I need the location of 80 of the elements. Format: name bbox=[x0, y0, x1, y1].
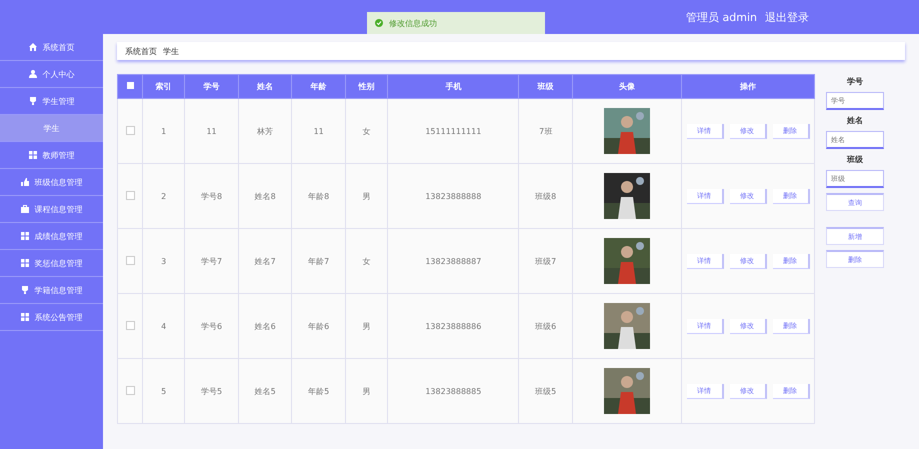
grid-icon bbox=[20, 259, 28, 267]
field-label: 姓名 bbox=[847, 115, 863, 126]
column-header: 性别 bbox=[345, 74, 388, 98]
trophy-icon bbox=[20, 286, 28, 294]
grid-icon bbox=[20, 232, 28, 240]
field-label: 班级 bbox=[847, 154, 863, 165]
table-cell: 女 bbox=[345, 228, 388, 294]
row-checkbox[interactable] bbox=[126, 386, 134, 394]
sidebar-item[interactable]: 奖惩信息管理 bbox=[0, 250, 103, 277]
table-cell: 姓名8 bbox=[238, 164, 292, 228]
table-cell: 男 bbox=[345, 164, 388, 228]
column-header: 年龄 bbox=[292, 74, 346, 98]
grid-icon bbox=[20, 313, 28, 321]
sidebar-item[interactable]: 个人中心 bbox=[0, 61, 103, 88]
table-cell: 年龄6 bbox=[292, 294, 346, 358]
column-header: 操作 bbox=[682, 74, 814, 98]
table-cell: 男 bbox=[345, 358, 388, 424]
column-header: 学号 bbox=[184, 74, 238, 98]
table-cell: 姓名5 bbox=[238, 358, 292, 424]
toast-message: 修改信息成功 bbox=[389, 18, 437, 28]
check-circle-icon bbox=[375, 19, 383, 27]
table-cell: 2 bbox=[142, 164, 185, 228]
field-label: 学号 bbox=[847, 76, 863, 87]
table-cell: 班级7 bbox=[518, 228, 573, 294]
home-icon bbox=[28, 43, 36, 51]
row-checkbox[interactable] bbox=[126, 256, 134, 264]
row-checkbox[interactable] bbox=[126, 320, 134, 330]
table-cell: 15111111111 bbox=[388, 98, 519, 164]
table-cell: 班级8 bbox=[518, 164, 573, 228]
breadcrumb-item[interactable]: 系统首页 bbox=[125, 46, 157, 56]
table-cell: 学号7 bbox=[184, 228, 238, 294]
table-cell: 3 bbox=[142, 228, 185, 294]
table-cell: 13823888885 bbox=[388, 358, 519, 424]
table-cell: 学号8 bbox=[184, 164, 238, 228]
select-all-header[interactable] bbox=[118, 74, 142, 98]
bag-icon bbox=[20, 205, 28, 213]
sidebar-item[interactable]: 系统公告管理 bbox=[0, 304, 103, 331]
table-cell: 班级6 bbox=[518, 294, 573, 358]
table-cell: 13823888886 bbox=[388, 294, 519, 358]
table-cell: 班级5 bbox=[518, 358, 573, 424]
table-cell: 年龄7 bbox=[292, 228, 346, 294]
table-cell: 1 bbox=[142, 98, 185, 164]
table-cell: 林芳 bbox=[238, 98, 292, 164]
table-cell: 年龄5 bbox=[292, 358, 346, 424]
row-checkbox[interactable] bbox=[126, 126, 134, 134]
sidebar-item[interactable]: 学籍信息管理 bbox=[0, 277, 103, 304]
sidebar-subitem[interactable]: 学生 bbox=[0, 115, 103, 142]
column-header: 头像 bbox=[572, 74, 682, 98]
logout-link[interactable]: 退出登录 bbox=[765, 10, 809, 24]
table-cell: 13823888887 bbox=[388, 228, 519, 294]
column-header: 姓名 bbox=[238, 74, 292, 98]
table-cell: 4 bbox=[142, 294, 185, 358]
breadcrumb-item[interactable]: 学生 bbox=[163, 46, 179, 56]
thumbs-up-icon bbox=[20, 178, 28, 186]
table-cell: 姓名7 bbox=[238, 228, 292, 294]
table-cell: 学号6 bbox=[184, 294, 238, 358]
table-cell: 女 bbox=[345, 98, 388, 164]
table-cell: 学号5 bbox=[184, 358, 238, 424]
table-cell: 13823888888 bbox=[388, 164, 519, 228]
table-cell: 姓名6 bbox=[238, 294, 292, 358]
sidebar-item[interactable]: 系统首页 bbox=[0, 34, 103, 61]
table-cell: 年龄8 bbox=[292, 164, 346, 228]
column-header: 班级 bbox=[518, 74, 573, 98]
sidebar-item[interactable]: 班级信息管理 bbox=[0, 169, 103, 196]
sidebar-item[interactable]: 课程信息管理 bbox=[0, 196, 103, 223]
row-checkbox[interactable] bbox=[126, 190, 134, 200]
grid-icon bbox=[28, 151, 36, 159]
column-header: 索引 bbox=[142, 74, 185, 98]
table-cell: 11 bbox=[184, 98, 238, 164]
sidebar-item[interactable]: 成绩信息管理 bbox=[0, 223, 103, 250]
user-name: 管理员 admin bbox=[686, 10, 757, 24]
trophy-icon bbox=[28, 97, 36, 105]
user-icon bbox=[28, 70, 36, 78]
table-cell: 5 bbox=[142, 358, 185, 424]
table-cell: 7班 bbox=[518, 98, 573, 164]
column-header: 手机 bbox=[388, 74, 519, 98]
select-all-checkbox[interactable] bbox=[126, 82, 134, 89]
table-cell: 男 bbox=[345, 294, 388, 358]
table-cell: 11 bbox=[292, 98, 346, 164]
sidebar-item[interactable]: 教师管理 bbox=[0, 142, 103, 169]
